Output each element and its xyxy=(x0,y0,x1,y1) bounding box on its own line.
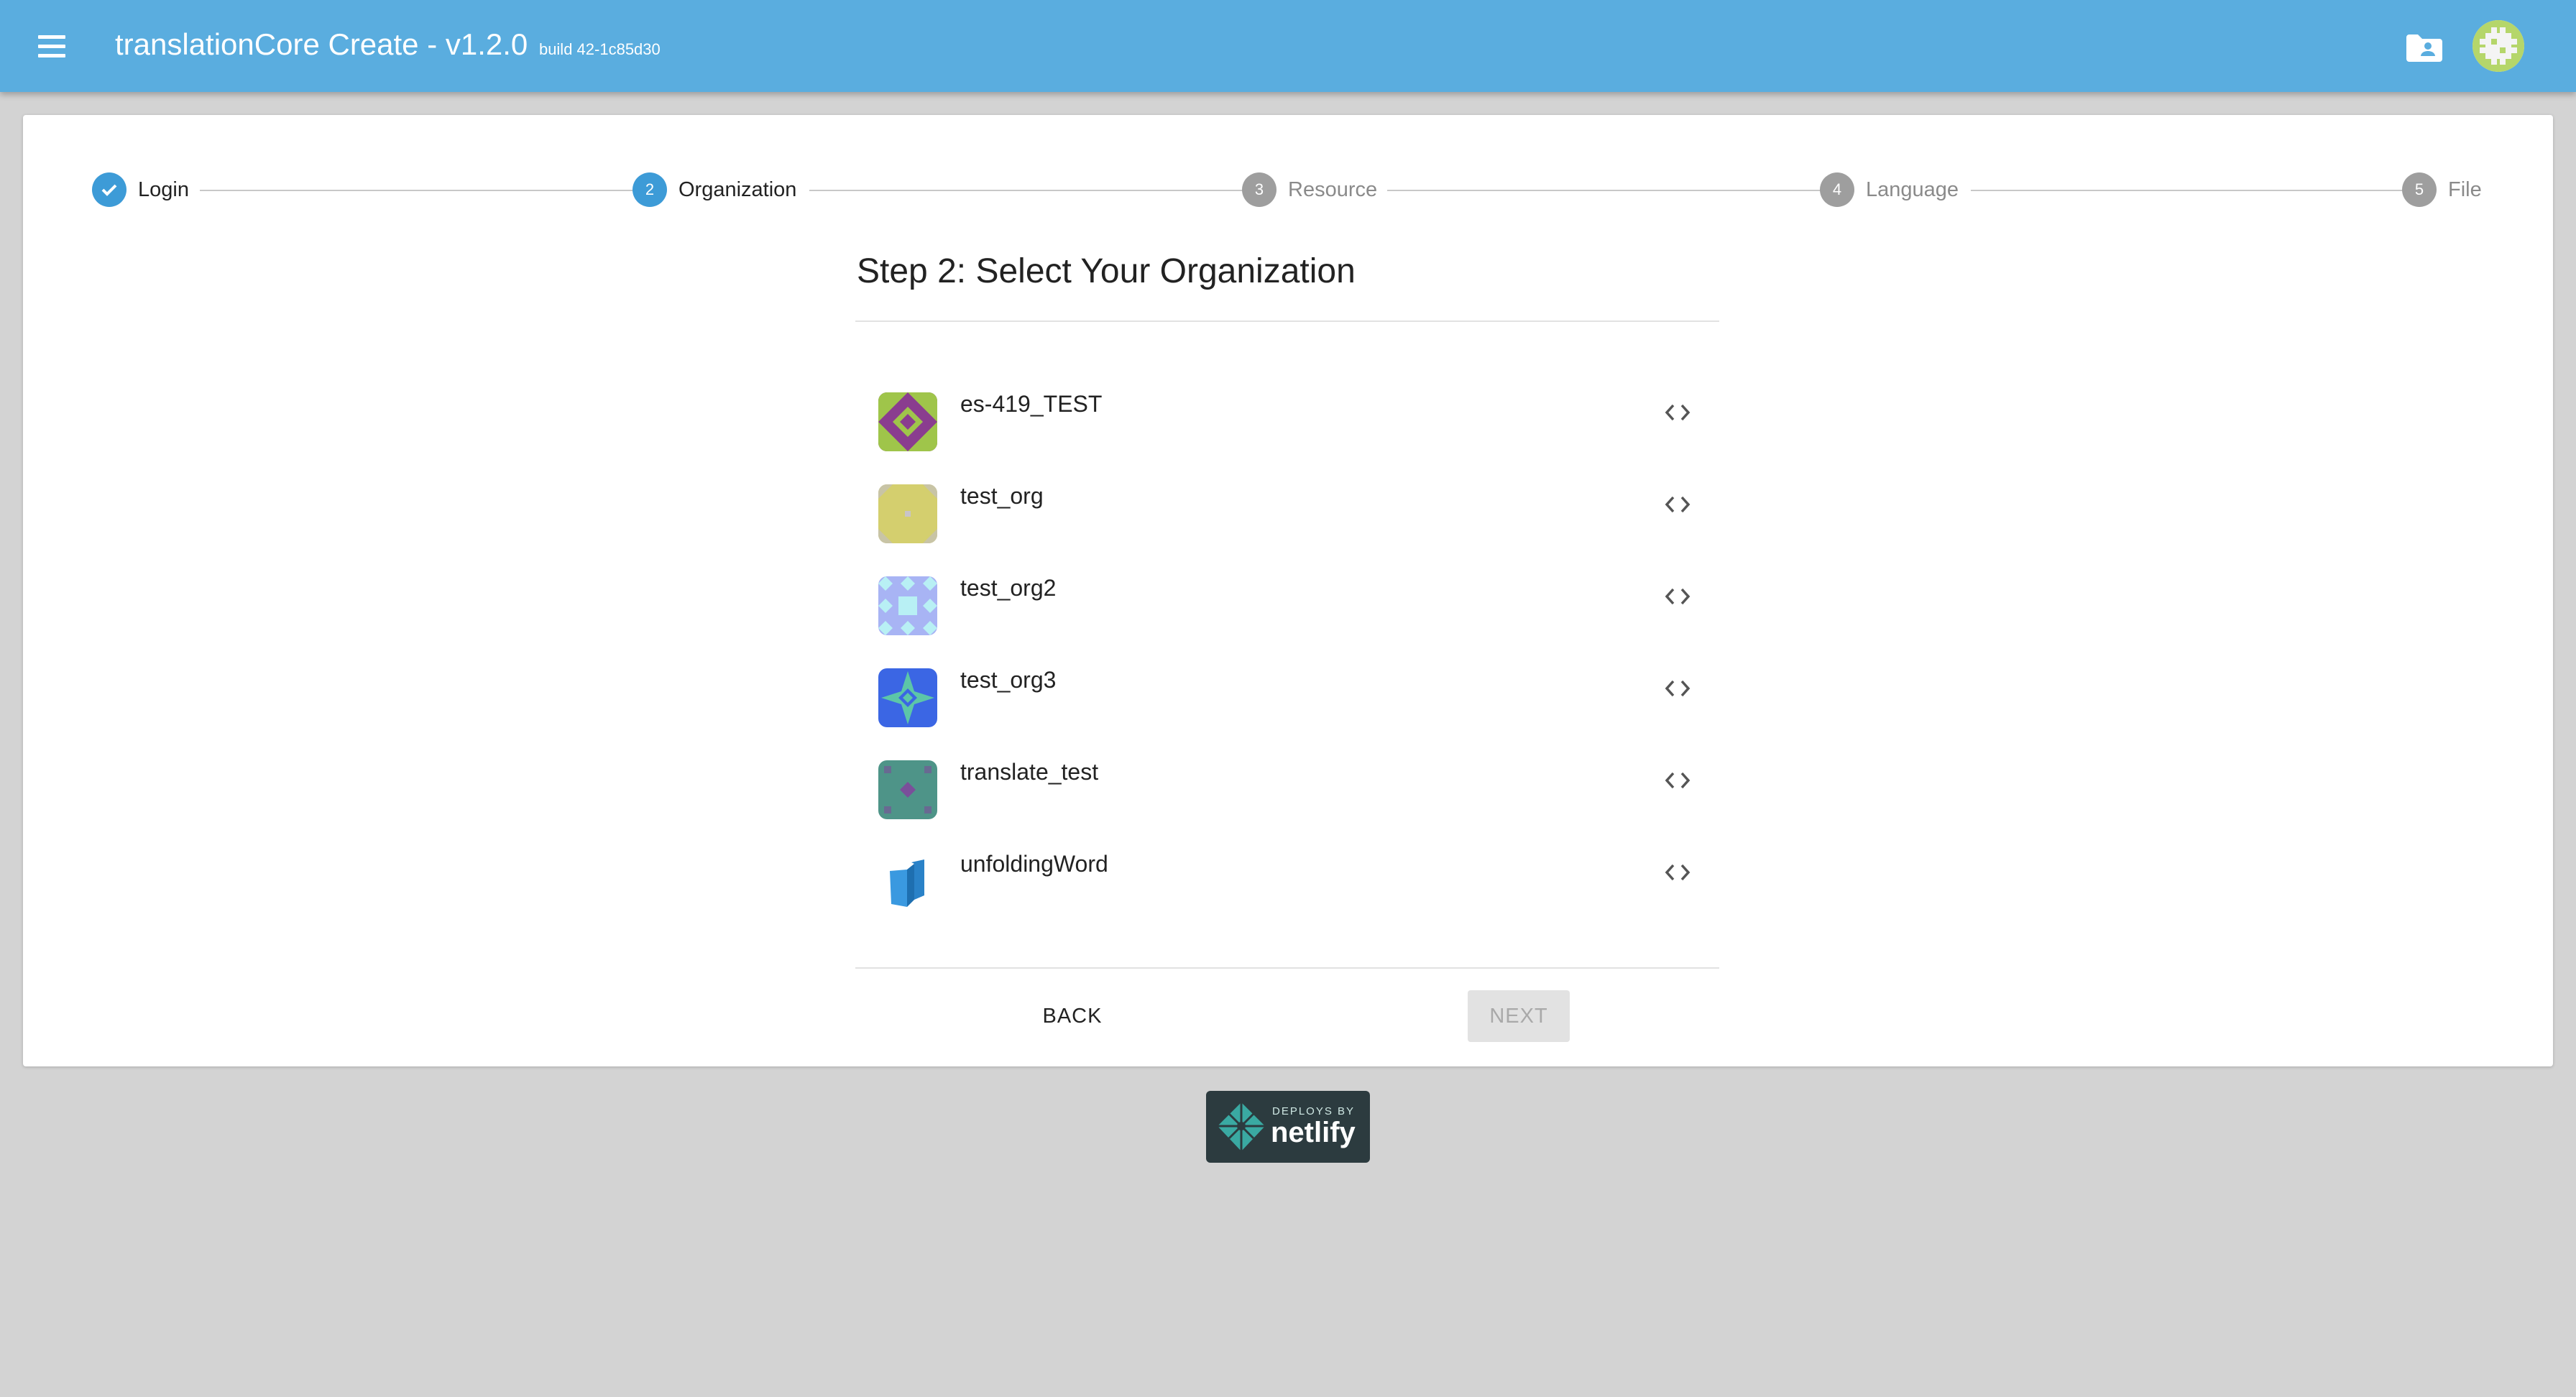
code-brackets-icon xyxy=(1665,772,1690,789)
step-organization[interactable]: 2 Organization xyxy=(632,172,796,207)
org-identicon-icon xyxy=(878,760,937,819)
code-brackets-icon xyxy=(1665,864,1690,881)
unfoldingword-logo-icon xyxy=(878,852,937,911)
step-label: Language xyxy=(1866,177,1959,201)
app-title-text: translationCore Create - v1.2.0 xyxy=(115,27,528,61)
org-name: test_org3 xyxy=(960,667,1057,693)
step-label: File xyxy=(2448,177,2482,201)
org-list-item[interactable]: unfoldingWord xyxy=(878,841,1712,921)
netlify-deploys-by: DEPLOYS BY xyxy=(1272,1105,1356,1117)
step-language[interactable]: 4 Language xyxy=(1820,172,1959,207)
code-brackets-icon xyxy=(1665,496,1690,513)
code-brackets-icon xyxy=(1665,588,1690,605)
folder-account-icon[interactable] xyxy=(2404,29,2442,65)
user-avatar[interactable] xyxy=(2472,20,2524,72)
step-number: 5 xyxy=(2402,172,2437,207)
org-list-item[interactable]: translate_test xyxy=(878,749,1712,829)
org-name: test_org2 xyxy=(960,575,1057,601)
code-brackets-icon xyxy=(1665,680,1690,697)
build-label: build 42-1c85d30 xyxy=(538,40,661,58)
page-title: Step 2: Select Your Organization xyxy=(857,252,1356,290)
next-button[interactable]: NEXT xyxy=(1468,990,1570,1042)
hamburger-menu-icon[interactable] xyxy=(34,29,69,63)
step-connector xyxy=(200,190,643,191)
app-bar: translationCore Create - v1.2.0 build 42… xyxy=(0,0,2576,92)
step-label: Login xyxy=(138,177,189,201)
back-button[interactable]: BACK xyxy=(1008,990,1137,1042)
step-file[interactable]: 5 File xyxy=(2402,172,2482,207)
step-label: Organization xyxy=(678,177,797,201)
wizard-card: Login 2 Organization 3 Resource 4 Langua… xyxy=(23,115,2553,1066)
org-list-item[interactable]: test_org3 xyxy=(878,657,1712,737)
org-list-item[interactable]: test_org2 xyxy=(878,565,1712,645)
step-resource[interactable]: 3 Resource xyxy=(1242,172,1377,207)
netlify-wordmark: netlify xyxy=(1271,1117,1356,1148)
org-identicon-icon xyxy=(878,668,937,727)
step-connector xyxy=(809,190,1252,191)
org-name: unfoldingWord xyxy=(960,851,1108,877)
app-title: translationCore Create - v1.2.0 build 42… xyxy=(115,23,661,71)
org-list-item[interactable]: test_org xyxy=(878,473,1712,553)
org-identicon-icon xyxy=(878,484,937,543)
step-number: 4 xyxy=(1820,172,1854,207)
step-number: 2 xyxy=(632,172,667,207)
netlify-logo-icon xyxy=(1218,1102,1265,1151)
step-login[interactable]: Login xyxy=(92,172,189,207)
stepper: Login 2 Organization 3 Resource 4 Langua… xyxy=(23,115,2553,259)
step-connector xyxy=(1387,190,1830,191)
org-identicon-icon xyxy=(878,576,937,635)
org-list-item[interactable]: es-419_TEST xyxy=(878,381,1712,461)
org-name: es-419_TEST xyxy=(960,391,1103,417)
org-name: translate_test xyxy=(960,759,1099,785)
org-identicon-icon xyxy=(878,392,937,451)
step-connector xyxy=(1971,190,2412,191)
check-icon xyxy=(92,172,126,207)
divider xyxy=(855,321,1719,322)
code-brackets-icon xyxy=(1665,404,1690,421)
user-identicon xyxy=(2472,20,2524,72)
step-number: 3 xyxy=(1242,172,1276,207)
divider xyxy=(855,967,1719,969)
step-label: Resource xyxy=(1288,177,1378,201)
netlify-badge[interactable]: DEPLOYS BY netlify xyxy=(1206,1091,1370,1163)
org-name: test_org xyxy=(960,483,1044,509)
